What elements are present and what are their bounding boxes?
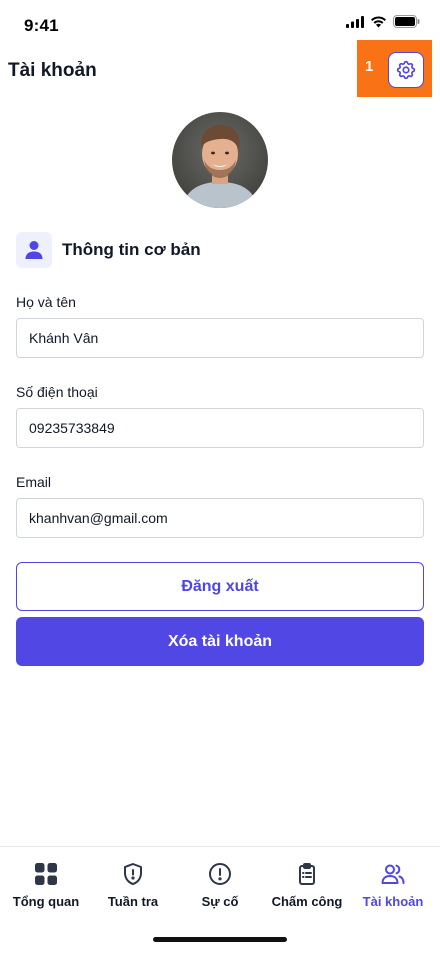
shield-icon <box>124 863 142 885</box>
nav-item-overview[interactable]: Tổng quan <box>2 861 90 909</box>
user-icon <box>25 241 43 259</box>
status-icons <box>346 15 420 28</box>
logout-button[interactable]: Đăng xuất <box>16 562 424 611</box>
gear-icon <box>396 60 416 80</box>
nav-label-overview: Tổng quan <box>12 894 80 909</box>
wifi-icon <box>371 15 386 27</box>
basic-info-section-header: Thông tin cơ bản <box>16 232 201 268</box>
avatar <box>172 112 268 208</box>
nav-item-account[interactable]: Tài khoản <box>349 861 437 909</box>
alert-circle-icon <box>209 863 231 885</box>
settings-button[interactable] <box>388 52 424 88</box>
page-title: Tài khoản <box>8 60 97 81</box>
phone-label: Số điện thoại <box>16 384 98 400</box>
nav-label-attendance: Chấm công <box>271 894 343 909</box>
clipboard-icon <box>299 863 315 885</box>
profile-photo <box>172 112 268 208</box>
phone-field[interactable] <box>16 408 424 448</box>
home-indicator <box>153 937 287 942</box>
section-icon-container <box>16 232 52 268</box>
nav-label-incidents: Sự cố <box>201 894 239 909</box>
section-title: Thông tin cơ bản <box>62 240 201 259</box>
users-icon <box>381 864 405 884</box>
battery-icon <box>393 15 420 28</box>
email-label: Email <box>16 474 52 490</box>
annotation-number: 1 <box>365 58 374 75</box>
signal-icon <box>346 15 364 28</box>
nav-item-patrol[interactable]: Tuần tra <box>89 861 177 909</box>
grid-icon <box>35 863 57 885</box>
nav-item-attendance[interactable]: Chấm công <box>263 861 351 909</box>
nav-label-patrol: Tuần tra <box>107 894 159 909</box>
email-field[interactable] <box>16 498 424 538</box>
status-time: 9:41 <box>24 16 59 35</box>
full-name-field[interactable] <box>16 318 424 358</box>
delete-account-button[interactable]: Xóa tài khoản <box>16 617 424 666</box>
nav-label-account: Tài khoản <box>362 894 424 909</box>
nav-item-incidents[interactable]: Sự cố <box>176 861 264 909</box>
full-name-label: Họ và tên <box>16 294 76 310</box>
